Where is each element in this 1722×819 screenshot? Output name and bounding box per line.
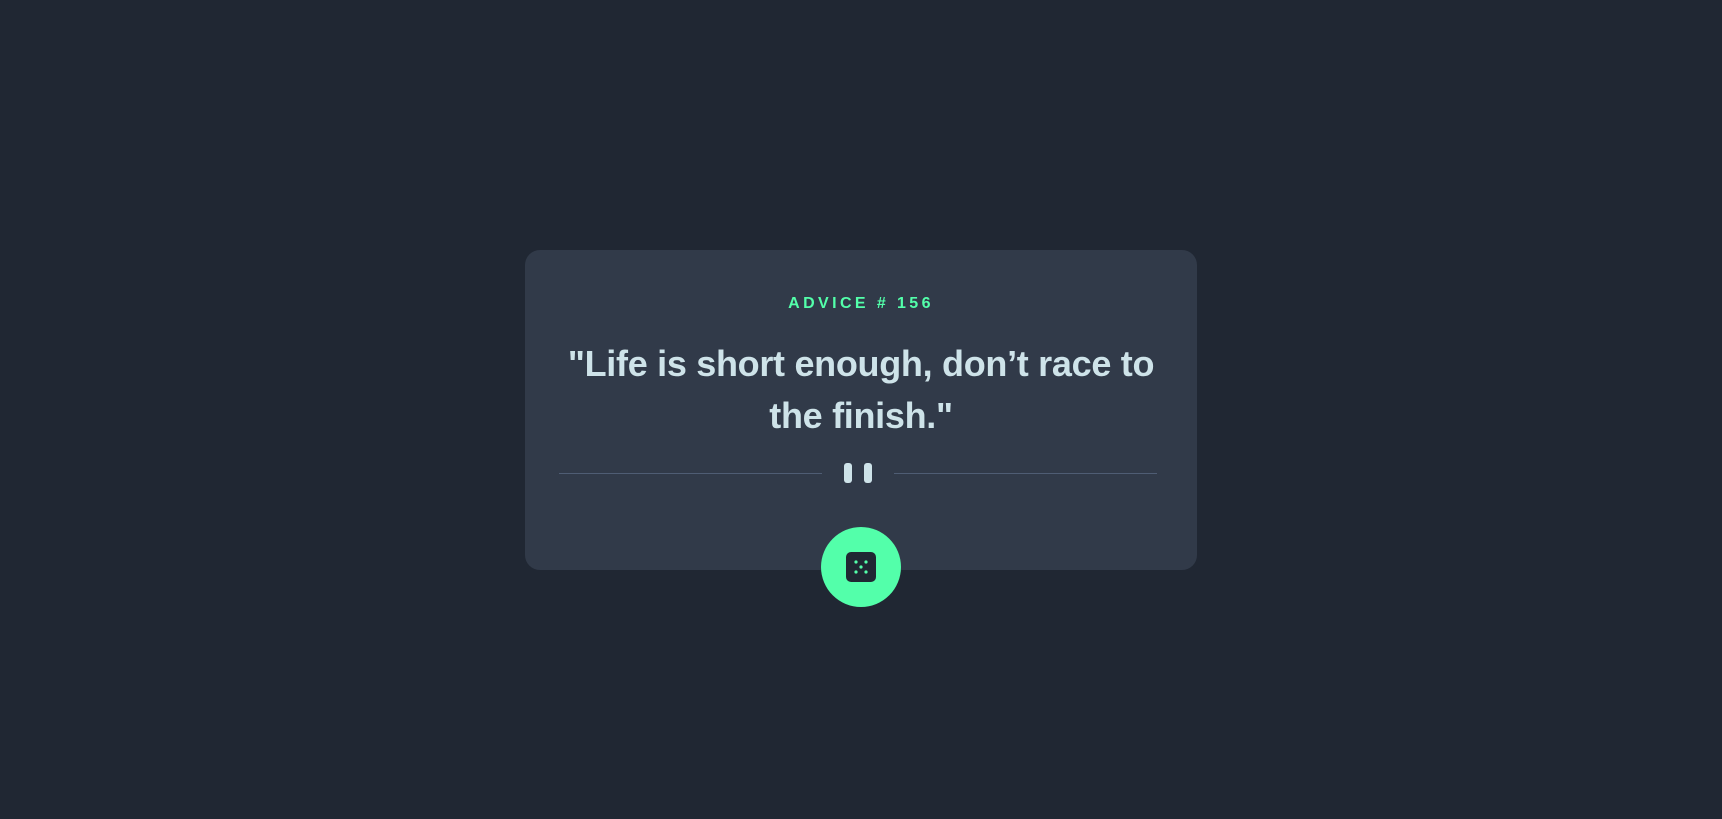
pause-icon <box>844 463 872 483</box>
dice-icon <box>846 552 876 582</box>
advice-page: { "advice": { "label": "ADVICE # 156", "… <box>0 0 1722 819</box>
quote-divider <box>559 463 1157 483</box>
generate-advice-button[interactable] <box>821 527 901 607</box>
divider-line-right <box>894 473 1157 474</box>
pause-bar-left <box>844 463 852 483</box>
advice-number: ADVICE # 156 <box>788 295 934 312</box>
pause-bar-right <box>864 463 872 483</box>
advice-card: ADVICE # 156 "Life is short enough, don’… <box>525 250 1197 570</box>
advice-quote: "Life is short enough, don’t race to the… <box>567 343 1155 436</box>
divider-line-left <box>559 473 822 474</box>
